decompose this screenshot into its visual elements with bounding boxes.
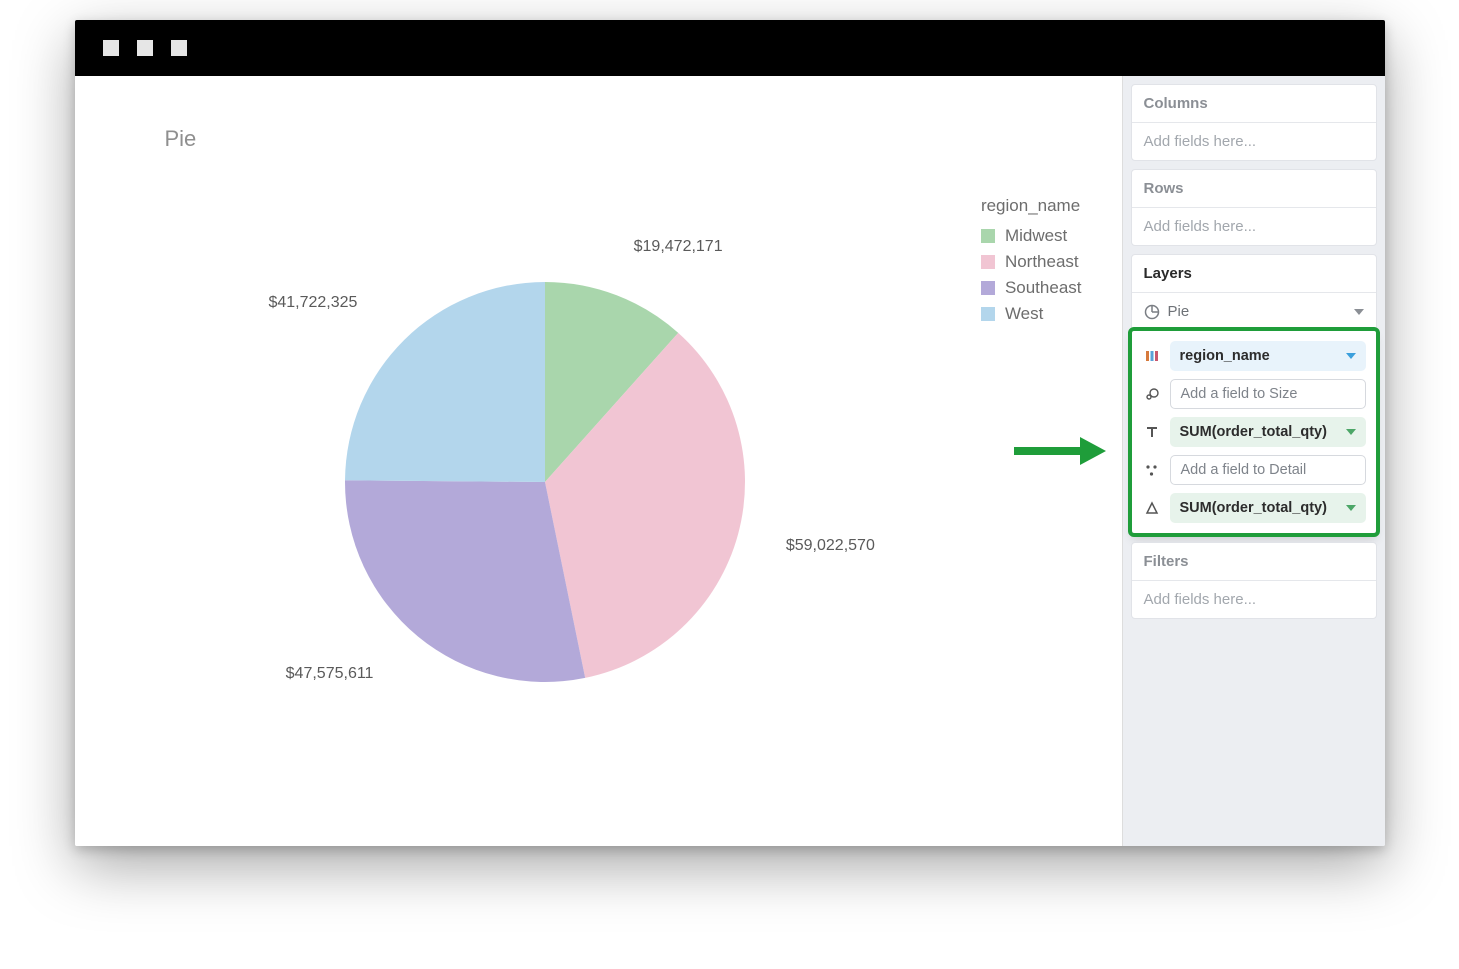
legend-label: Northeast bbox=[1005, 252, 1079, 272]
legend: region_name Midwest Northeast Southeast Wes… bbox=[981, 196, 1082, 330]
label-field-pill[interactable]: SUM(order_total_qty) bbox=[1170, 417, 1366, 447]
chevron-down-icon bbox=[1346, 505, 1356, 511]
pie-slice[interactable] bbox=[345, 282, 545, 482]
legend-label: Midwest bbox=[1005, 226, 1067, 246]
chevron-down-icon bbox=[1346, 353, 1356, 359]
columns-panel: Columns Add fields here... bbox=[1131, 84, 1377, 161]
side-panel: Columns Add fields here... Rows Add fiel… bbox=[1122, 76, 1385, 846]
color-field-pill[interactable]: region_name bbox=[1170, 341, 1366, 371]
window-frame: Pie $19,472,171$59,022,570$47,575,611$41… bbox=[75, 20, 1385, 846]
rows-panel: Rows Add fields here... bbox=[1131, 169, 1377, 246]
angle-icon bbox=[1142, 501, 1162, 515]
filters-panel: Filters Add fields here... bbox=[1131, 542, 1377, 619]
filters-header: Filters bbox=[1132, 543, 1376, 581]
chart-area: Pie $19,472,171$59,022,570$47,575,611$41… bbox=[75, 76, 1122, 846]
angle-field-label: SUM(order_total_qty) bbox=[1180, 500, 1327, 516]
pie-svg bbox=[165, 182, 925, 742]
layer-type-select[interactable]: Pie bbox=[1132, 293, 1376, 331]
page-title: Pie bbox=[165, 126, 1092, 152]
legend-title: region_name bbox=[981, 196, 1082, 216]
legend-item[interactable]: Southeast bbox=[981, 278, 1082, 298]
detail-icon bbox=[1142, 463, 1162, 477]
arrow-icon bbox=[1010, 433, 1106, 469]
legend-swatch bbox=[981, 255, 995, 269]
pie-icon bbox=[1144, 304, 1160, 320]
label-field-label: SUM(order_total_qty) bbox=[1180, 424, 1327, 440]
columns-header: Columns bbox=[1132, 85, 1376, 123]
layer-type-label: Pie bbox=[1168, 303, 1190, 320]
color-icon bbox=[1142, 349, 1162, 363]
color-field-label: region_name bbox=[1180, 348, 1270, 364]
pie-chart: $19,472,171$59,022,570$47,575,611$41,722… bbox=[165, 182, 925, 742]
legend-swatch bbox=[981, 307, 995, 321]
detail-input[interactable]: Add a field to Detail bbox=[1170, 455, 1366, 485]
pie-slice[interactable] bbox=[345, 480, 585, 682]
size-icon bbox=[1142, 386, 1162, 402]
filters-dropzone[interactable]: Add fields here... bbox=[1132, 581, 1376, 618]
legend-item[interactable]: Midwest bbox=[981, 226, 1082, 246]
legend-swatch bbox=[981, 281, 995, 295]
window-control[interactable] bbox=[103, 40, 119, 56]
window-control[interactable] bbox=[137, 40, 153, 56]
angle-field-pill[interactable]: SUM(order_total_qty) bbox=[1170, 493, 1366, 523]
chevron-down-icon bbox=[1346, 429, 1356, 435]
columns-dropzone[interactable]: Add fields here... bbox=[1132, 123, 1376, 160]
layer-config-highlighted: region_name Add a field to Size bbox=[1132, 331, 1376, 533]
text-icon bbox=[1142, 425, 1162, 439]
legend-label: Southeast bbox=[1005, 278, 1082, 298]
app-body: Pie $19,472,171$59,022,570$47,575,611$41… bbox=[75, 76, 1385, 846]
rows-header: Rows bbox=[1132, 170, 1376, 208]
layers-header: Layers bbox=[1132, 255, 1376, 293]
chevron-down-icon bbox=[1354, 309, 1364, 315]
rows-dropzone[interactable]: Add fields here... bbox=[1132, 208, 1376, 245]
titlebar bbox=[75, 20, 1385, 76]
legend-item[interactable]: West bbox=[981, 304, 1082, 324]
legend-swatch bbox=[981, 229, 995, 243]
size-input[interactable]: Add a field to Size bbox=[1170, 379, 1366, 409]
layers-panel: Layers Pie bbox=[1131, 254, 1377, 534]
legend-item[interactable]: Northeast bbox=[981, 252, 1082, 272]
window-control[interactable] bbox=[171, 40, 187, 56]
legend-label: West bbox=[1005, 304, 1043, 324]
